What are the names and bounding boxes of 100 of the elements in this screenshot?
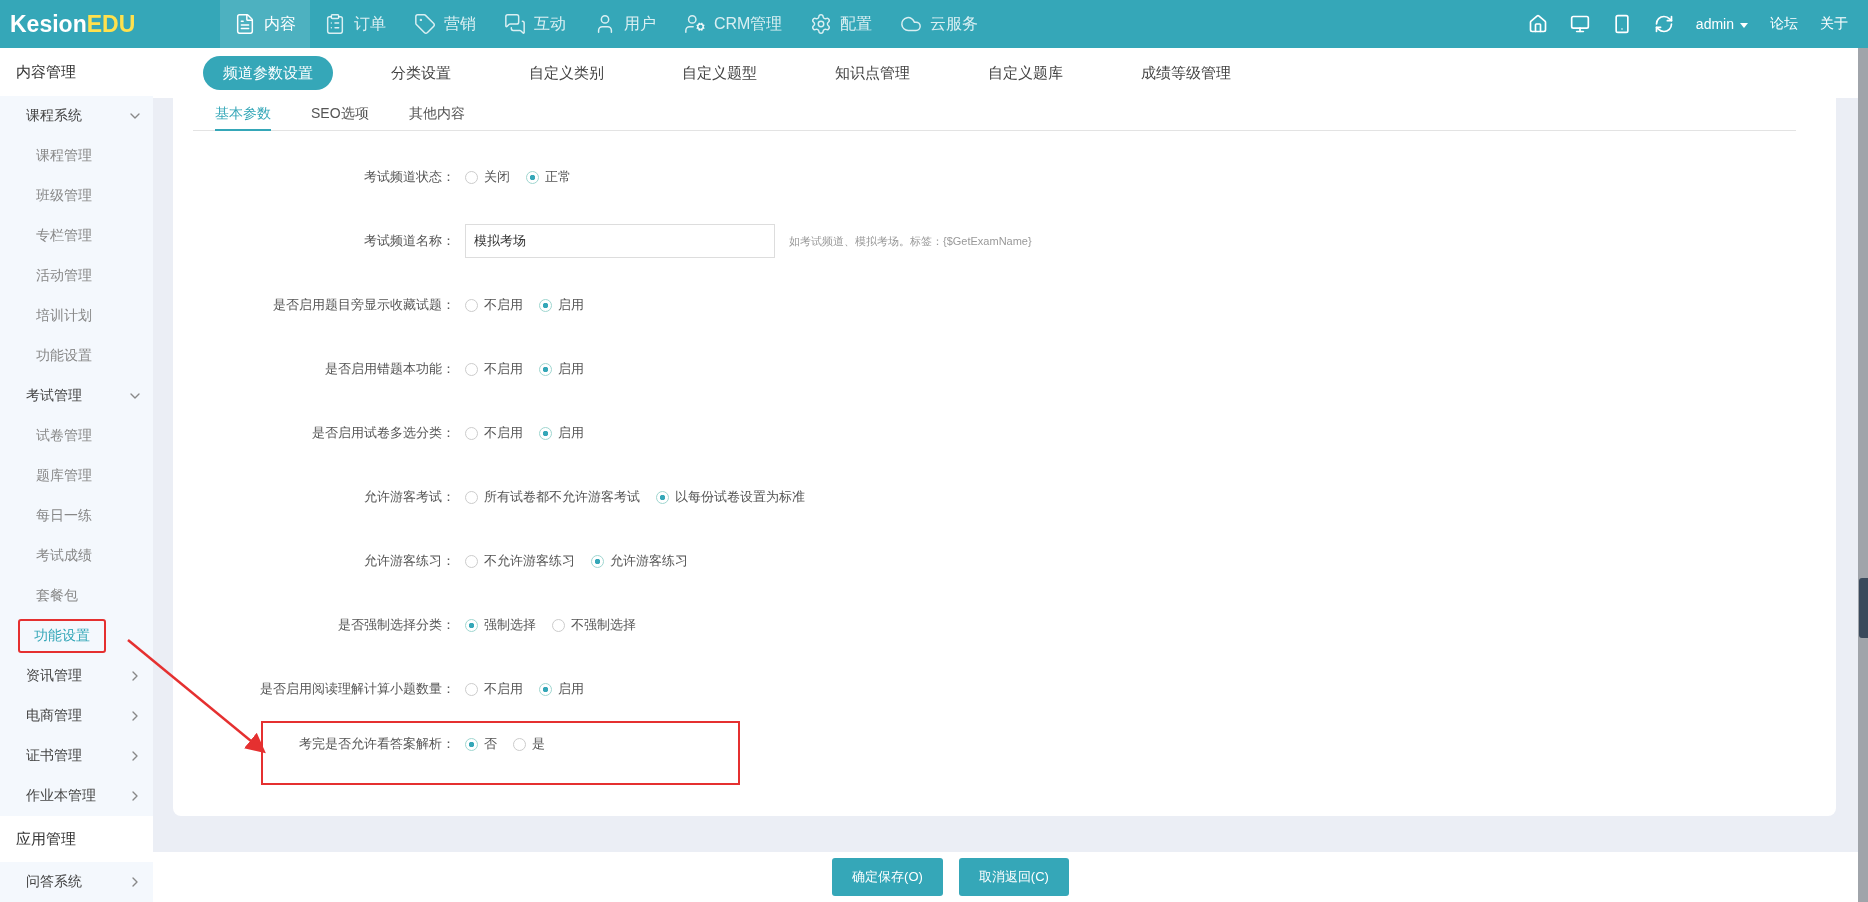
monitor-icon[interactable] [1569, 14, 1590, 34]
caret-icon [1740, 22, 1748, 28]
sidebar-item[interactable]: 培训计划 [20, 299, 108, 333]
radio-button[interactable] [465, 362, 478, 376]
group-label: 作业本管理 [26, 787, 96, 805]
radio-button[interactable] [513, 737, 526, 751]
sidebar-item[interactable]: 功能设置 [20, 339, 108, 373]
sidebar-group[interactable]: 考试管理 [0, 376, 153, 416]
sidebar-group[interactable]: 作业本管理 [0, 776, 153, 816]
sidebar-item[interactable]: 套餐包 [20, 579, 94, 613]
sub-tab[interactable]: 自定义题型 [662, 56, 777, 90]
sidebar-item[interactable]: 班级管理 [20, 179, 108, 213]
field-label: 考试频道状态： [363, 168, 456, 186]
radio-button[interactable] [465, 737, 478, 751]
radio-button[interactable] [465, 682, 478, 696]
radio-button[interactable] [539, 298, 552, 312]
sidebar-group[interactable]: 课程系统 [0, 96, 153, 136]
save-button[interactable]: 确定保存(O) [832, 858, 943, 896]
option-label: 启用 [558, 360, 584, 378]
sub-tab[interactable]: 自定义题库 [968, 56, 1083, 90]
card-tab[interactable]: 其他内容 [408, 105, 465, 131]
radio-button[interactable] [465, 490, 478, 504]
top-link[interactable]: 论坛 [1770, 15, 1798, 33]
logo: KesionEDU [10, 10, 137, 38]
nav-icon [234, 13, 256, 35]
nav-icon [684, 13, 706, 35]
field-label: 是否启用阅读理解计算小题数量： [259, 680, 456, 698]
radio-button[interactable] [552, 618, 565, 632]
option-label: 是 [532, 735, 545, 753]
nav-icon [414, 13, 436, 35]
field-label: 允许游客练习： [363, 552, 456, 570]
radio-button[interactable] [539, 682, 552, 696]
nav-item[interactable]: 用户 [580, 0, 670, 48]
group-label: 电商管理 [26, 707, 82, 725]
sub-tab[interactable]: 成绩等级管理 [1121, 56, 1251, 90]
nav-icon [324, 13, 346, 35]
card-tab[interactable]: SEO选项 [311, 105, 369, 131]
option-label: 所有试卷都不允许游客考试 [484, 488, 640, 506]
field-label: 允许游客考试： [363, 488, 456, 506]
sidebar-item[interactable]: 活动管理 [20, 259, 108, 293]
sidebar-title: 应用管理 [0, 816, 153, 862]
cancel-button[interactable]: 取消返回(C) [958, 858, 1069, 896]
nav-item[interactable]: 内容 [220, 0, 310, 48]
radio-button[interactable] [591, 554, 604, 568]
sidebar-item[interactable]: 专栏管理 [20, 219, 108, 253]
group-label: 课程系统 [26, 107, 82, 125]
user-menu[interactable]: admin [1695, 16, 1748, 32]
nav-item[interactable]: 订单 [310, 0, 400, 48]
nav-item[interactable]: 配置 [796, 0, 887, 48]
option-label: 不启用 [484, 360, 523, 378]
option-label: 允许游客练习 [610, 552, 688, 570]
option-label: 不启用 [484, 424, 523, 442]
radio-button[interactable] [465, 170, 478, 184]
sidebar-item[interactable]: 课程管理 [20, 139, 108, 173]
refresh-icon[interactable] [1653, 14, 1674, 34]
field-label: 考试频道名称： [363, 232, 456, 250]
sidebar-item[interactable]: 考试成绩 [20, 539, 108, 573]
nav-icon [504, 13, 526, 35]
field-label: 是否启用试卷多选分类： [311, 424, 456, 442]
radio-button[interactable] [539, 426, 552, 440]
radio-button[interactable] [465, 618, 478, 632]
sub-tab[interactable]: 知识点管理 [815, 56, 930, 90]
card-tab[interactable]: 基本参数 [215, 105, 271, 131]
group-label: 问答系统 [26, 873, 82, 891]
sidebar-group[interactable]: 资讯管理 [0, 656, 153, 696]
nav-icon [810, 13, 833, 35]
option-label: 启用 [558, 424, 584, 442]
option-label: 不启用 [484, 296, 523, 314]
option-label: 不启用 [484, 680, 523, 698]
sidebar-item[interactable]: 试卷管理 [20, 419, 108, 453]
option-label: 启用 [558, 680, 584, 698]
radio-button[interactable] [656, 490, 669, 504]
sub-tab[interactable]: 频道参数设置 [203, 56, 333, 90]
radio-button[interactable] [465, 426, 478, 440]
radio-button[interactable] [465, 298, 478, 312]
sidebar-group[interactable]: 问答系统 [0, 862, 153, 902]
sub-tab[interactable]: 自定义类别 [509, 56, 624, 90]
sidebar-item[interactable]: 题库管理 [20, 459, 108, 493]
home-icon[interactable] [1527, 14, 1548, 34]
top-link[interactable]: 关于 [1820, 15, 1848, 33]
option-label: 以每份试卷设置为标准 [675, 488, 805, 506]
sidebar-item[interactable]: 功能设置 [18, 619, 106, 653]
sidebar-group[interactable]: 电商管理 [0, 696, 153, 736]
nav-item[interactable]: 云服务 [886, 0, 993, 48]
option-label: 正常 [545, 168, 571, 186]
sidebar-group[interactable]: 证书管理 [0, 736, 153, 776]
field-hint: 如考试频道、模拟考场。标签：{$GetExamName} [789, 233, 1032, 249]
sidebar-item[interactable]: 每日一练 [20, 499, 108, 533]
field-label: 是否启用题目旁显示收藏试题： [272, 296, 456, 314]
scrollbar[interactable] [1858, 48, 1868, 902]
nav-item[interactable]: CRM管理 [670, 0, 797, 48]
nav-item[interactable]: 营销 [400, 0, 490, 48]
group-label: 考试管理 [26, 387, 82, 405]
input-field[interactable]: 模拟考场 [465, 224, 775, 258]
radio-button[interactable] [526, 170, 539, 184]
radio-button[interactable] [465, 554, 478, 568]
radio-button[interactable] [539, 362, 552, 376]
nav-item[interactable]: 互动 [490, 0, 580, 48]
sub-tab[interactable]: 分类设置 [371, 56, 471, 90]
option-label: 启用 [558, 296, 584, 314]
